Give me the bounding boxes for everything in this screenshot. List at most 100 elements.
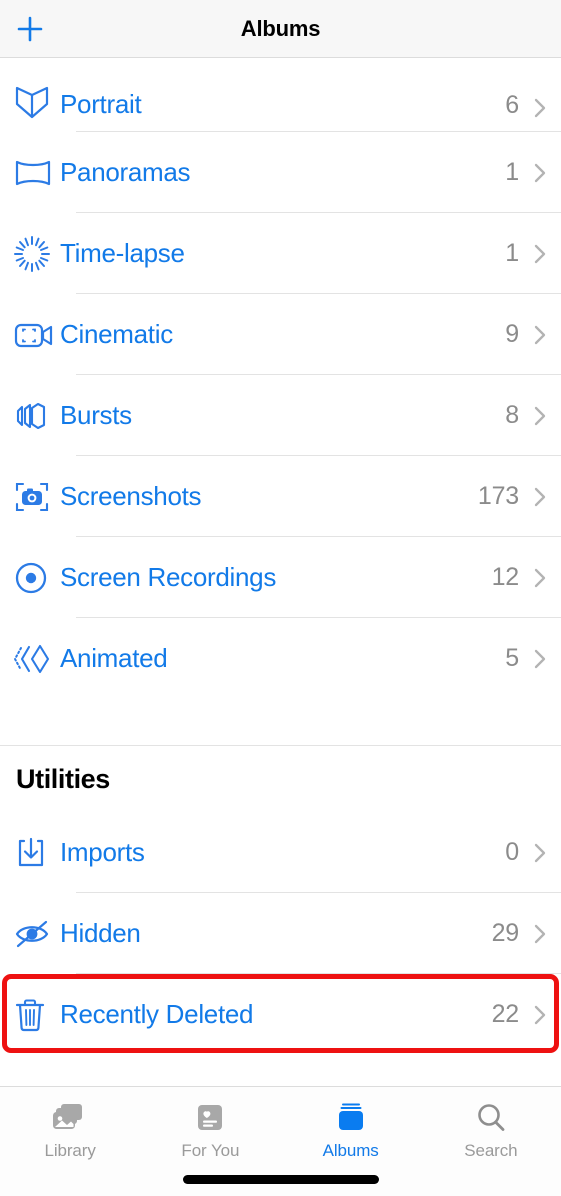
list-item-count: 22 bbox=[491, 1000, 520, 1028]
chevron-right-icon bbox=[534, 1005, 546, 1024]
list-item-label: Cinematic bbox=[60, 319, 173, 349]
tab-label: For You bbox=[181, 1141, 240, 1160]
chevron-right-icon-wrap bbox=[533, 485, 547, 509]
tab-label: Library bbox=[44, 1141, 96, 1160]
albums-list[interactable]: Portrait 6 Panoramas 1 Time-lapse 1 Cine… bbox=[0, 58, 561, 1086]
photo-stack-icon bbox=[53, 1104, 83, 1129]
bursts-icon bbox=[16, 402, 46, 429]
chevron-right-icon-wrap bbox=[533, 647, 547, 671]
albums-books-icon bbox=[338, 1103, 363, 1130]
list-item-count: 1 bbox=[505, 239, 519, 267]
tab-search[interactable]: Search bbox=[421, 1101, 561, 1161]
section-gap bbox=[0, 699, 561, 745]
tab-for-you[interactable]: For You bbox=[140, 1101, 280, 1161]
chevron-right-icon-wrap bbox=[533, 96, 547, 120]
record-circle-icon-wrap bbox=[14, 561, 60, 595]
import-download-icon-wrap bbox=[14, 836, 60, 870]
timelapse-icon bbox=[14, 235, 50, 272]
tab-label: Search bbox=[464, 1141, 518, 1160]
panorama-icon bbox=[15, 160, 51, 185]
cinematic-video-icon-wrap bbox=[14, 320, 60, 350]
bursts-icon-wrap bbox=[14, 400, 60, 432]
list-item-screen-recordings[interactable]: Screen Recordings 12 bbox=[0, 537, 561, 618]
list-item-label: Bursts bbox=[60, 400, 132, 430]
list-item-label: Time-lapse bbox=[60, 238, 185, 268]
list-item-screenshots[interactable]: Screenshots 173 bbox=[0, 456, 561, 537]
list-item-label: Portrait bbox=[60, 89, 142, 119]
animated-chevron-icon bbox=[13, 644, 50, 673]
photo-stack-icon-wrap bbox=[51, 1101, 89, 1135]
screenshot-camera-icon-wrap bbox=[14, 480, 60, 514]
tab-label: Albums bbox=[322, 1141, 379, 1160]
list-item-count: 173 bbox=[477, 482, 519, 510]
chevron-right-icon-wrap bbox=[533, 566, 547, 590]
chevron-right-icon-wrap bbox=[533, 1003, 547, 1027]
list-item-portrait[interactable]: Portrait 6 bbox=[0, 58, 561, 132]
page-title: Albums bbox=[240, 15, 321, 41]
photos-albums-screen: Albums Portrait 6 Panoramas 1 Time-lapse… bbox=[0, 0, 561, 1196]
trash-icon bbox=[15, 998, 45, 1031]
list-item-count: 1 bbox=[505, 158, 519, 186]
chevron-right-icon bbox=[534, 244, 546, 263]
add-album-button[interactable] bbox=[12, 11, 48, 47]
navigation-bar: Albums bbox=[0, 0, 561, 58]
list-item-label: Recently Deleted bbox=[60, 999, 254, 1029]
portrait-icon-wrap bbox=[14, 86, 60, 120]
list-item-count: 0 bbox=[505, 838, 519, 866]
import-download-icon bbox=[18, 837, 44, 866]
list-item-count: 8 bbox=[505, 401, 519, 429]
chevron-right-icon-wrap bbox=[533, 323, 547, 347]
list-item-cinematic[interactable]: Cinematic 9 bbox=[0, 294, 561, 375]
tab-library[interactable]: Library bbox=[0, 1101, 140, 1161]
chevron-right-icon-wrap bbox=[533, 404, 547, 428]
list-item-hidden[interactable]: Hidden 29 bbox=[0, 893, 561, 974]
tab-albums[interactable]: Albums bbox=[281, 1101, 421, 1161]
screenshot-camera-icon bbox=[15, 482, 49, 511]
record-circle-icon bbox=[15, 562, 47, 593]
heart-card-icon bbox=[198, 1105, 223, 1130]
heart-card-icon-wrap bbox=[195, 1101, 225, 1135]
albums-books-icon-wrap bbox=[335, 1101, 367, 1135]
portrait-icon bbox=[15, 86, 49, 119]
timelapse-icon-wrap bbox=[14, 235, 60, 272]
chevron-right-icon-wrap bbox=[533, 161, 547, 185]
list-item-label: Imports bbox=[60, 837, 145, 867]
list-item-recently-deleted[interactable]: Recently Deleted 22 bbox=[0, 974, 561, 1055]
list-item-imports[interactable]: Imports 0 bbox=[0, 812, 561, 893]
list-item-panoramas[interactable]: Panoramas 1 bbox=[0, 132, 561, 213]
list-item-count: 6 bbox=[505, 91, 519, 119]
home-indicator bbox=[182, 1175, 379, 1184]
tab-bar: Library For You Albums Search bbox=[0, 1086, 561, 1196]
search-icon-wrap bbox=[475, 1101, 507, 1135]
chevron-right-icon bbox=[534, 843, 546, 862]
chevron-right-icon bbox=[534, 406, 546, 425]
eye-slash-icon bbox=[15, 920, 49, 947]
list-item-label: Animated bbox=[60, 643, 168, 673]
chevron-right-icon-wrap bbox=[533, 922, 547, 946]
list-item-label: Panoramas bbox=[60, 157, 191, 187]
list-item-count: 29 bbox=[491, 919, 520, 947]
section-header-utilities: Utilities bbox=[0, 746, 561, 812]
chevron-right-icon-wrap bbox=[533, 841, 547, 865]
chevron-right-icon bbox=[534, 487, 546, 506]
chevron-right-icon bbox=[534, 325, 546, 344]
chevron-right-icon bbox=[534, 924, 546, 943]
list-item-label: Hidden bbox=[60, 918, 141, 948]
list-item-animated[interactable]: Animated 5 bbox=[0, 618, 561, 699]
list-item-count: 5 bbox=[505, 644, 519, 672]
trash-icon-wrap bbox=[14, 997, 60, 1033]
list-item-time-lapse[interactable]: Time-lapse 1 bbox=[0, 213, 561, 294]
list-item-label: Screenshots bbox=[60, 481, 202, 511]
list-item-count: 9 bbox=[505, 320, 519, 348]
chevron-right-icon bbox=[534, 568, 546, 587]
list-item-label: Screen Recordings bbox=[60, 562, 277, 592]
panorama-icon-wrap bbox=[14, 158, 60, 188]
cinematic-video-icon bbox=[14, 323, 53, 347]
search-icon bbox=[478, 1104, 505, 1131]
chevron-right-icon bbox=[534, 649, 546, 668]
eye-slash-icon-wrap bbox=[14, 919, 60, 949]
chevron-right-icon bbox=[534, 163, 546, 182]
chevron-right-icon bbox=[534, 98, 546, 118]
animated-chevron-icon-wrap bbox=[13, 643, 60, 675]
list-item-bursts[interactable]: Bursts 8 bbox=[0, 375, 561, 456]
